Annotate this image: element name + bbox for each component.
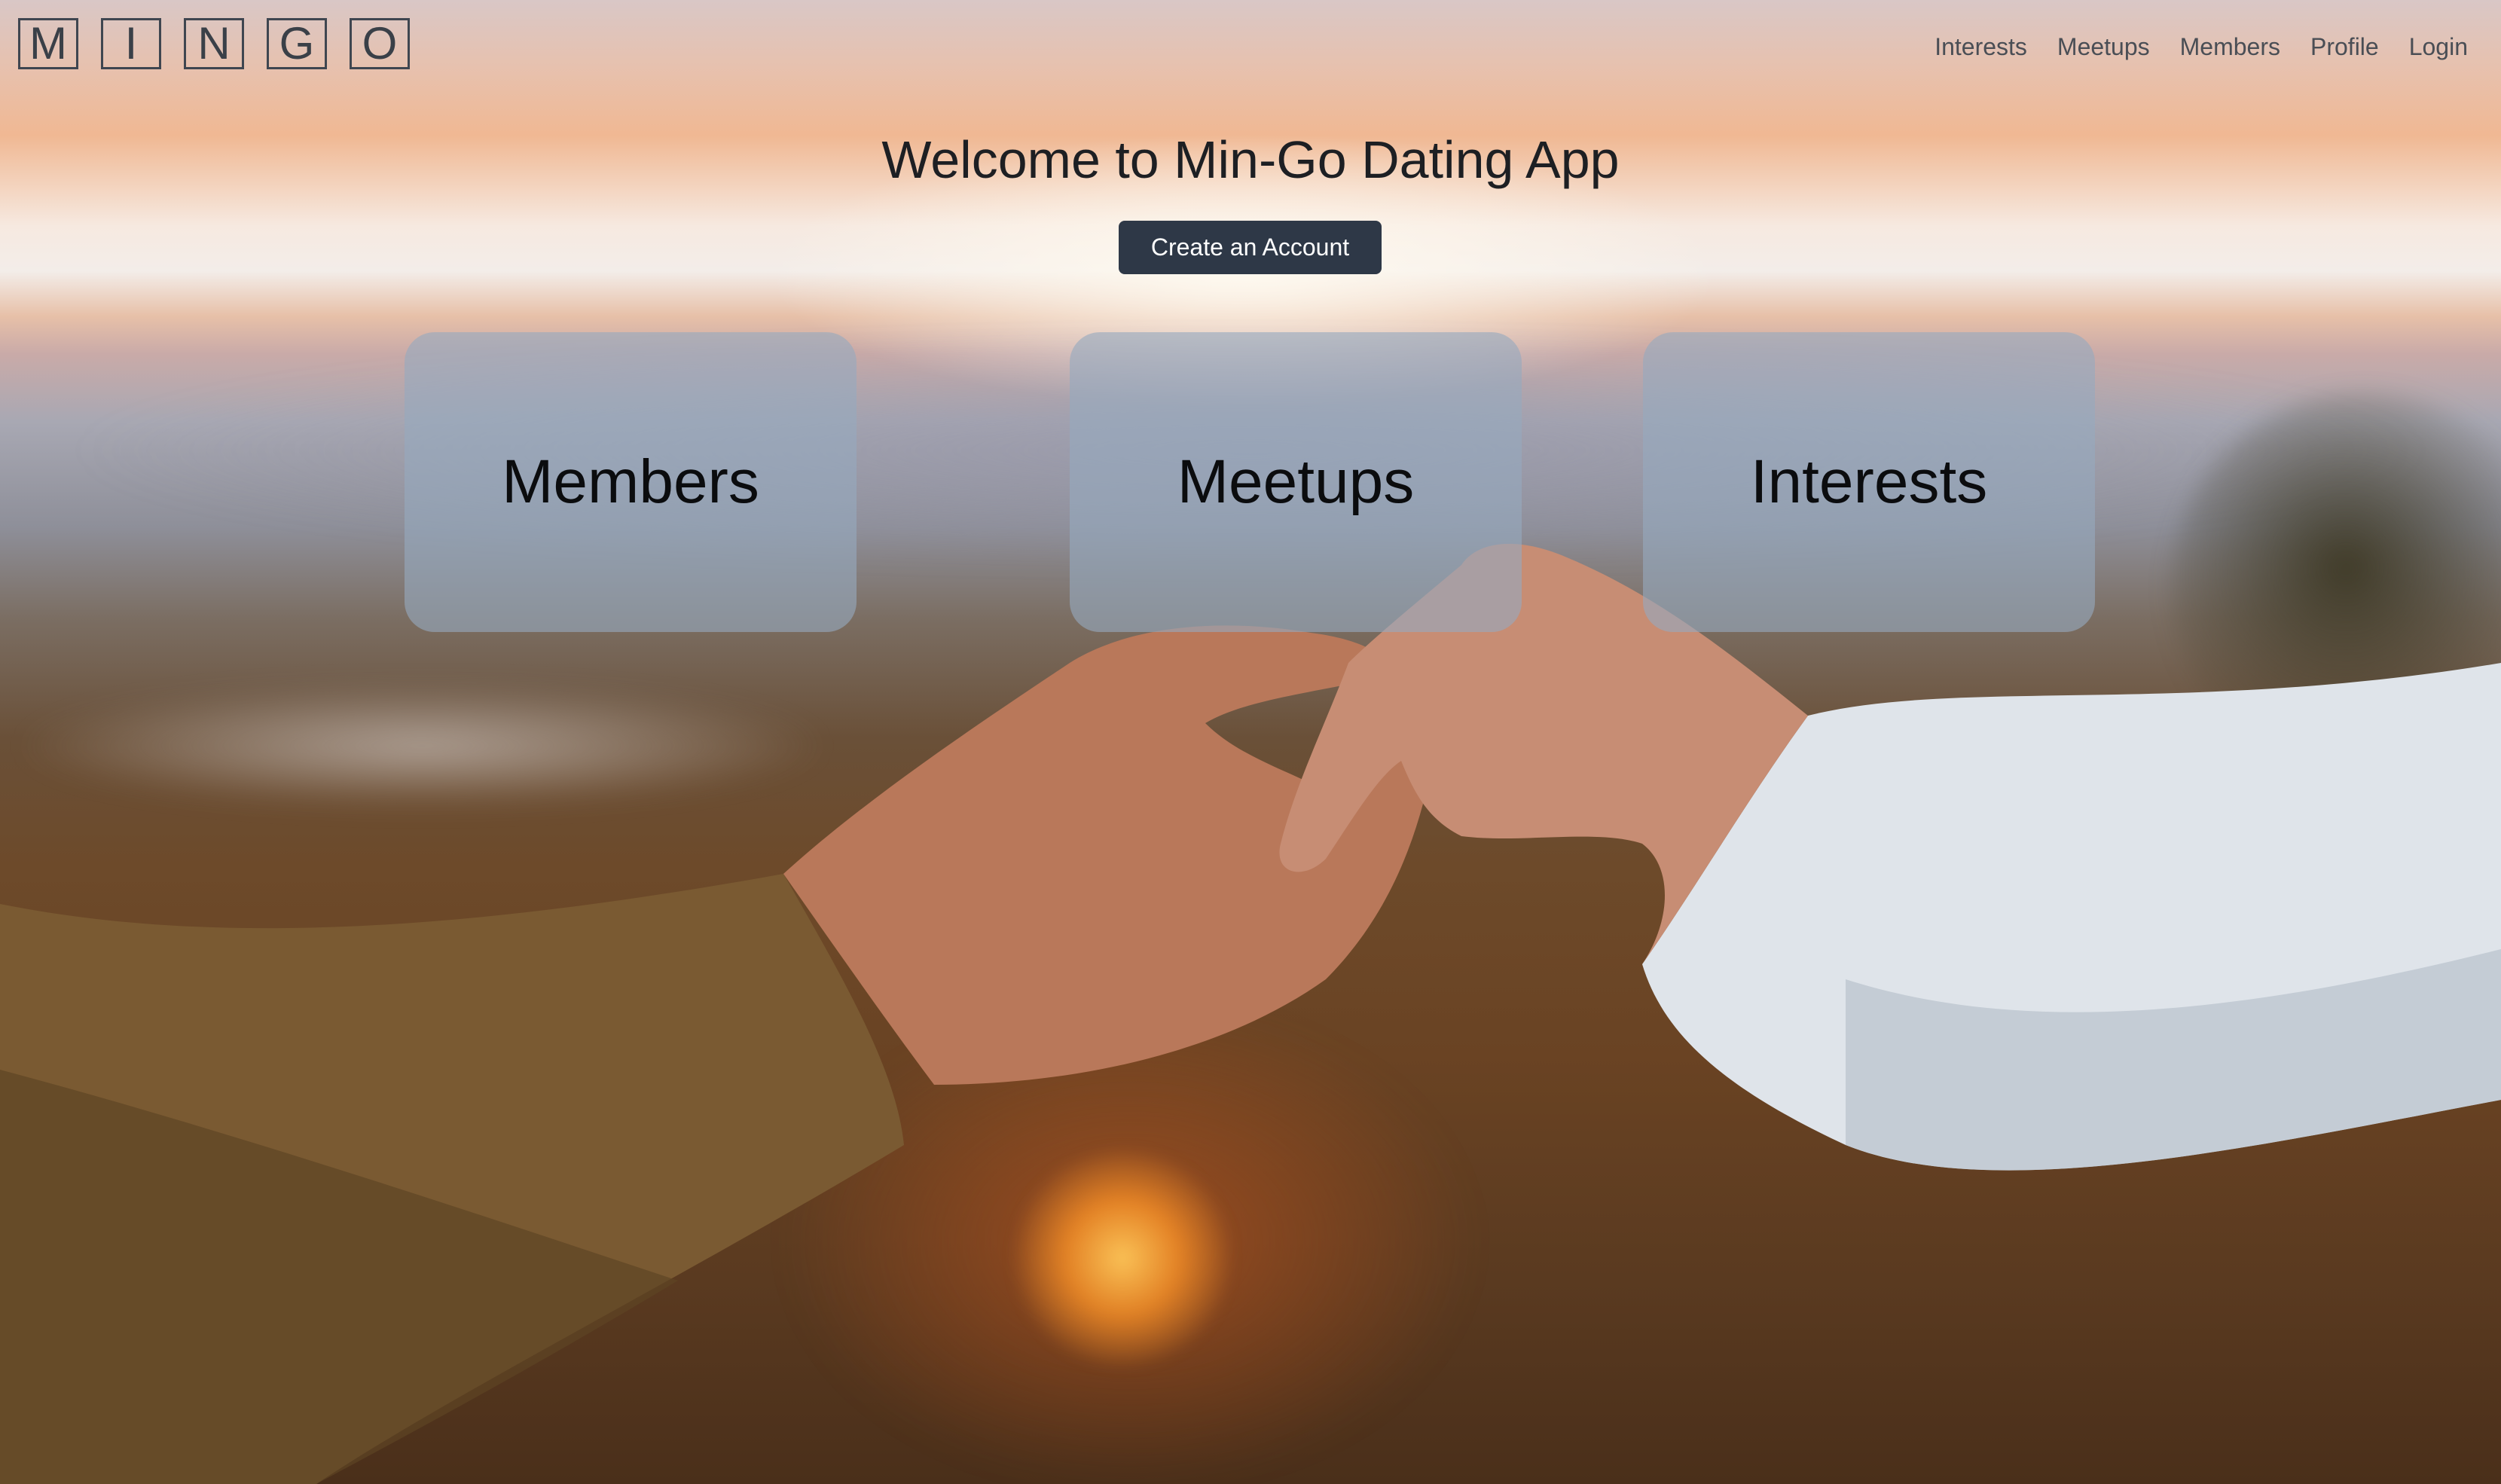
logo-letter-m: M — [18, 18, 78, 69]
meetups-card[interactable]: Meetups — [1070, 332, 1522, 632]
page: M I N G O Interests Meetups Members Prof… — [0, 0, 2501, 1484]
top-nav: Interests Meetups Members Profile Login — [1935, 33, 2468, 61]
logo-letter-i: I — [101, 18, 161, 69]
nav-link-members[interactable]: Members — [2180, 33, 2280, 61]
logo-letter-o: O — [350, 18, 410, 69]
page-title: Welcome to Min-Go Dating App — [881, 130, 1620, 189]
meetups-card-label: Meetups — [1177, 447, 1415, 516]
mingo-logo[interactable]: M I N G O — [18, 18, 410, 69]
nav-link-interests[interactable]: Interests — [1935, 33, 2027, 61]
nav-link-login[interactable]: Login — [2409, 33, 2468, 61]
nav-link-meetups[interactable]: Meetups — [2057, 33, 2150, 61]
logo-letter-g: G — [267, 18, 327, 69]
members-card[interactable]: Members — [405, 332, 857, 632]
nav-link-profile[interactable]: Profile — [2310, 33, 2379, 61]
logo-letter-n: N — [184, 18, 244, 69]
create-account-button[interactable]: Create an Account — [1119, 221, 1382, 274]
members-card-label: Members — [502, 447, 759, 516]
interests-card[interactable]: Interests — [1643, 332, 2095, 632]
left-hand — [783, 625, 1431, 1085]
interests-card-label: Interests — [1750, 447, 1988, 516]
